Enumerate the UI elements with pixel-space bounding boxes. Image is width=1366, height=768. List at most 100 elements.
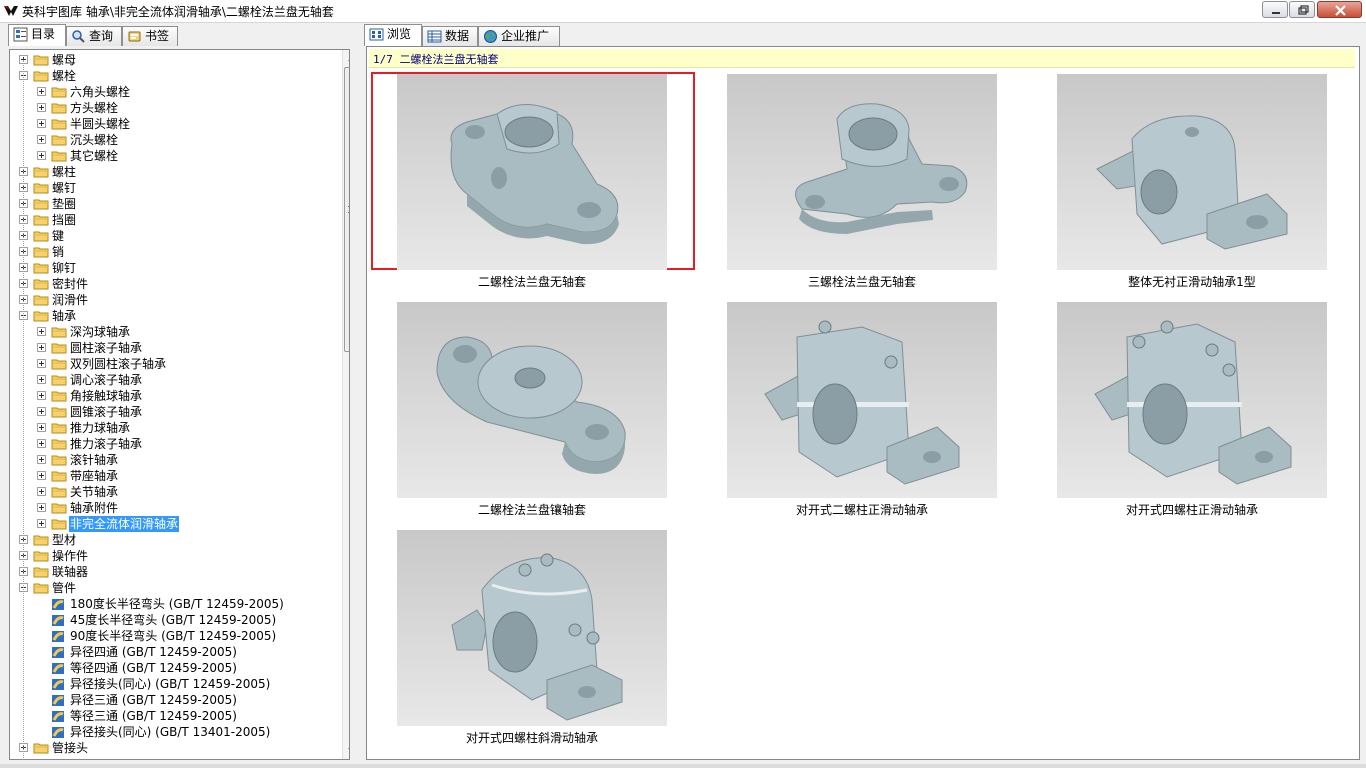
thumbnail-item[interactable]	[727, 302, 997, 498]
tree-item-label: 半圆头螺栓	[70, 117, 131, 131]
folder-icon	[51, 86, 67, 98]
folder-icon	[51, 438, 67, 450]
tree-item-label: 型材	[52, 533, 77, 547]
expand-toggle-icon[interactable]	[37, 391, 46, 400]
expand-toggle-icon[interactable]	[37, 87, 46, 96]
expand-toggle-icon[interactable]	[37, 151, 46, 160]
tab-query-label: 查询	[89, 29, 114, 43]
expand-toggle-icon[interactable]	[37, 359, 46, 368]
split-four-stud-image	[1094, 320, 1292, 485]
folder-icon	[51, 358, 67, 370]
restore-icon	[1298, 5, 1309, 15]
expand-toggle-icon[interactable]	[37, 103, 46, 112]
tree-item-label: 等径三通 (GB/T 12459-2005)	[70, 709, 237, 723]
tree-item-label: 螺柱	[52, 165, 77, 179]
folder-icon	[33, 214, 49, 226]
tree-item-label: 沉头螺栓	[70, 133, 119, 147]
expand-toggle-icon[interactable]	[37, 375, 46, 384]
tab-catalog[interactable]: 目录	[8, 24, 66, 46]
expand-toggle-icon[interactable]	[37, 423, 46, 432]
tree-item-label: 180度长半径弯头 (GB/T 12459-2005)	[70, 597, 284, 611]
expand-toggle-icon[interactable]	[37, 519, 46, 528]
expand-toggle-icon[interactable]	[37, 439, 46, 448]
solid-pillow-block-image	[1096, 115, 1288, 250]
folder-icon	[33, 70, 49, 82]
expand-toggle-icon[interactable]	[37, 503, 46, 512]
title-bar: 英科宇图库 轴承\非完全流体润滑轴承\二螺栓法兰盘无轴套	[0, 0, 1366, 23]
folder-icon	[33, 230, 49, 242]
thumbnail-item[interactable]	[397, 74, 667, 270]
tree-item-label: 销	[52, 245, 65, 259]
tree-item-label: 90度长半径弯头 (GB/T 12459-2005)	[70, 629, 277, 643]
tree-item-label: 键	[52, 229, 65, 243]
tree-item-label: 螺钉	[52, 181, 77, 195]
tree-item-label: 滚针轴承	[70, 453, 119, 467]
folder-icon	[33, 166, 49, 178]
tab-browse[interactable]: 浏览	[364, 24, 422, 46]
tab-bookmark-label: 书签	[145, 29, 170, 43]
folder-icon	[33, 550, 49, 562]
part-icon	[51, 613, 66, 627]
minimize-button[interactable]	[1262, 1, 1288, 18]
tab-promotion[interactable]: 企业推广	[478, 26, 560, 46]
tab-bookmark[interactable]: 书签	[122, 26, 178, 46]
tree-connector-line	[23, 60, 25, 759]
folder-icon	[51, 326, 67, 338]
tree-item-label: 管件	[52, 581, 77, 595]
folder-icon	[33, 582, 49, 594]
expand-toggle-icon[interactable]	[37, 455, 46, 464]
thumbnail-item[interactable]	[1057, 302, 1327, 498]
search-icon	[72, 30, 85, 43]
folder-icon	[51, 374, 67, 386]
tree-item-label: 等径四通 (GB/T 12459-2005)	[70, 661, 237, 675]
tree-item-label: 铆钉	[52, 261, 77, 275]
tab-browse-label: 浏览	[387, 27, 412, 41]
tab-data[interactable]: 数据	[422, 26, 478, 46]
expand-toggle-icon[interactable]	[37, 487, 46, 496]
catalog-tree[interactable]: 螺母 螺栓 六角头螺栓 方头螺栓 半圆头螺栓 沉头螺栓 其它螺栓 螺柱 螺钉 垫圈 挡圈键销铆钉 密封…	[9, 49, 350, 760]
tree-item-label: 密封件	[52, 277, 89, 291]
maximize-button[interactable]	[1289, 1, 1315, 18]
tab-query[interactable]: 查询	[66, 26, 122, 46]
tree-item-label: 轴承	[52, 309, 77, 323]
expand-toggle-icon[interactable]	[37, 119, 46, 128]
folder-icon	[33, 182, 49, 194]
scroll-up-icon[interactable]	[343, 50, 350, 67]
tree-item-label: 管接头	[52, 741, 89, 755]
folder-icon	[33, 742, 49, 754]
part-icon	[51, 629, 66, 643]
expand-toggle-icon[interactable]	[37, 327, 46, 336]
expand-toggle-icon[interactable]	[37, 343, 46, 352]
tree-item-label: 角接触球轴承	[70, 389, 143, 403]
thumbnail-item[interactable]	[1057, 74, 1327, 270]
thumbnail-item[interactable]	[397, 530, 667, 726]
tree-item-label: 挡圈	[52, 213, 77, 227]
thumbnail-item[interactable]	[397, 302, 667, 498]
thumbnail-item[interactable]	[727, 74, 997, 270]
thumbnail-caption: 三螺栓法兰盘无轴套	[807, 275, 916, 289]
right-pane: 浏览 数据 企业推广 1/7 二螺栓法兰盘无轴套 二螺栓法兰盘无轴套 三螺栓法兰…	[362, 22, 1366, 768]
tree-item-label: 非完全流体润滑轴承	[69, 516, 180, 532]
folder-icon	[33, 566, 49, 578]
tab-catalog-label: 目录	[31, 27, 56, 41]
part-icon	[51, 677, 66, 691]
tree-item-label: 圆柱滚子轴承	[70, 341, 143, 355]
expand-toggle-icon[interactable]	[37, 471, 46, 480]
folder-icon	[51, 150, 67, 162]
tree-scrollbar[interactable]	[342, 50, 350, 759]
tree-item-label: 操作件	[52, 549, 89, 563]
folder-icon	[51, 390, 67, 402]
tree-item-label: 螺栓	[52, 69, 77, 83]
part-icon	[51, 645, 66, 659]
expand-toggle-icon[interactable]	[37, 135, 46, 144]
tree-item-label: 异径四通 (GB/T 12459-2005)	[70, 645, 237, 659]
close-button[interactable]	[1317, 1, 1362, 18]
folder-icon	[33, 54, 49, 66]
tree-item-label: 关节轴承	[70, 485, 119, 499]
tree-item-label: 垫圈	[52, 197, 77, 211]
tree-scroll-thumb[interactable]	[344, 67, 349, 352]
folder-icon	[33, 198, 49, 210]
expand-toggle-icon[interactable]	[37, 407, 46, 416]
folder-icon	[33, 310, 49, 322]
scroll-down-icon[interactable]	[343, 742, 350, 759]
